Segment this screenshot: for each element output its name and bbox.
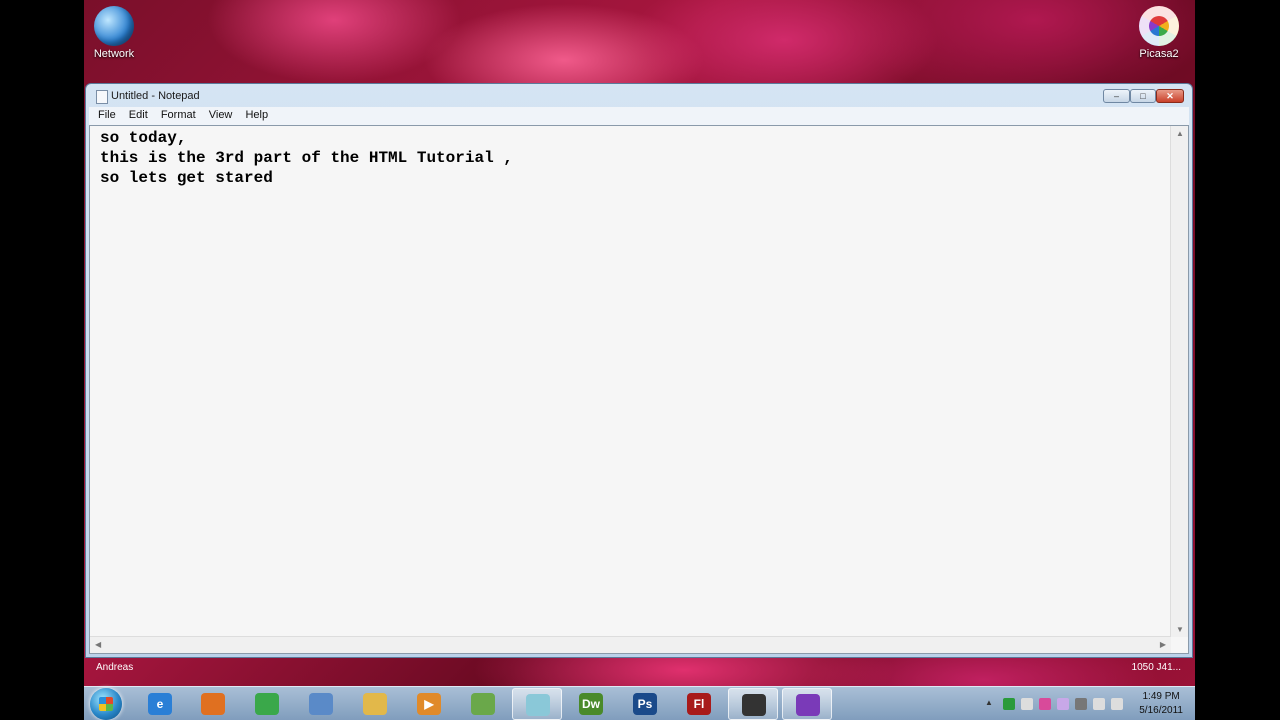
minimize-button[interactable]: – (1103, 89, 1130, 103)
dreamweaver-icon: Dw (579, 693, 603, 715)
file-explorer-icon (363, 693, 387, 715)
desktop-icon-label: Picasa2 (1139, 48, 1179, 60)
firefox-icon (201, 693, 225, 715)
chrome-icon (255, 693, 279, 715)
taskbar-file-explorer[interactable] (350, 688, 400, 720)
hypercam-icon (742, 694, 766, 716)
window-title: Untitled - Notepad (111, 90, 200, 102)
taskbar: e ▶ Dw Ps Fl ▲ 1:49 PM 5/16/2011 (84, 686, 1195, 720)
taskbar-flash[interactable]: Fl (674, 688, 724, 720)
notepad-icon (526, 694, 550, 716)
clock-time: 1:49 PM (1142, 691, 1180, 702)
picasa-icon (1139, 6, 1179, 46)
desktop-icon-network[interactable]: Network (84, 0, 149, 60)
taskbar-bittorrent[interactable] (782, 688, 832, 720)
scroll-right-icon[interactable]: ▶ (1160, 640, 1166, 649)
menu-view[interactable]: View (204, 107, 238, 123)
taskbar-chrome[interactable] (242, 688, 292, 720)
document-text[interactable]: so today, this is the 3rd part of the HT… (100, 128, 1168, 635)
scroll-up-icon[interactable]: ▲ (1176, 129, 1184, 138)
title-bar[interactable]: Untitled - Notepad – □ ✕ (86, 84, 1192, 106)
desktop-icon-label: Network (93, 48, 135, 60)
menu-edit[interactable]: Edit (124, 107, 153, 123)
menu-file[interactable]: File (93, 107, 121, 123)
taskbar-internet-explorer[interactable]: e (135, 688, 185, 720)
vertical-scrollbar[interactable]: ▲ ▼ (1170, 126, 1188, 637)
horizontal-scrollbar[interactable]: ◀ ▶ (90, 636, 1171, 653)
taskbar-media-player[interactable]: ▶ (404, 688, 454, 720)
clock-date: 5/16/2011 (1139, 705, 1183, 716)
notepad-plus-icon (471, 693, 495, 715)
text-editor[interactable]: so today, this is the 3rd part of the HT… (89, 125, 1189, 654)
color-icon[interactable] (1039, 698, 1051, 710)
taskbar-firefox[interactable] (188, 688, 238, 720)
maximize-button[interactable]: □ (1130, 89, 1156, 103)
windows-logo-icon (99, 697, 113, 711)
close-button[interactable]: ✕ (1156, 89, 1184, 103)
taskbar-hypercam[interactable] (728, 688, 778, 720)
volume-icon[interactable] (1111, 698, 1123, 710)
menu-help[interactable]: Help (240, 107, 273, 123)
network-tray-icon[interactable] (1093, 698, 1105, 710)
resolution-label: 1050 J41... (1131, 662, 1181, 673)
bittorrent-icon (796, 694, 820, 716)
notepad-icon (96, 90, 108, 104)
pen-icon[interactable] (1075, 698, 1087, 710)
show-hidden-icons-icon[interactable]: ▲ (985, 698, 997, 710)
notepad-window: Untitled - Notepad – □ ✕ File Edit Forma… (85, 83, 1193, 658)
info-strip: Andreas 1050 J41... (84, 658, 1195, 676)
photoshop-icon: Ps (633, 693, 657, 715)
clock[interactable]: 1:49 PM 5/16/2011 (1139, 690, 1183, 718)
menu-format[interactable]: Format (156, 107, 201, 123)
safari-icon (309, 693, 333, 715)
flash-icon: Fl (687, 693, 711, 715)
media-player-icon: ▶ (417, 693, 441, 715)
menu-bar: File Edit Format View Help (89, 107, 1189, 125)
taskbar-dreamweaver[interactable]: Dw (566, 688, 616, 720)
internet-explorer-icon: e (148, 693, 172, 715)
taskbar-safari[interactable] (296, 688, 346, 720)
start-button[interactable] (90, 688, 122, 720)
scroll-left-icon[interactable]: ◀ (95, 640, 101, 649)
scroll-down-icon[interactable]: ▼ (1176, 625, 1184, 634)
flag-icon[interactable] (1021, 698, 1033, 710)
user-name: Andreas (96, 662, 134, 673)
taskbar-notepad-plus[interactable] (458, 688, 508, 720)
desktop: Network Picasa2 Untitled - Notepad – □ ✕… (84, 0, 1195, 720)
network-icon (94, 6, 134, 46)
quicktime-icon[interactable] (1003, 698, 1015, 710)
itunes-icon[interactable] (1057, 698, 1069, 710)
taskbar-notepad[interactable] (512, 688, 562, 720)
taskbar-photoshop[interactable]: Ps (620, 688, 670, 720)
desktop-icon-picasa[interactable]: Picasa2 (1124, 0, 1194, 60)
